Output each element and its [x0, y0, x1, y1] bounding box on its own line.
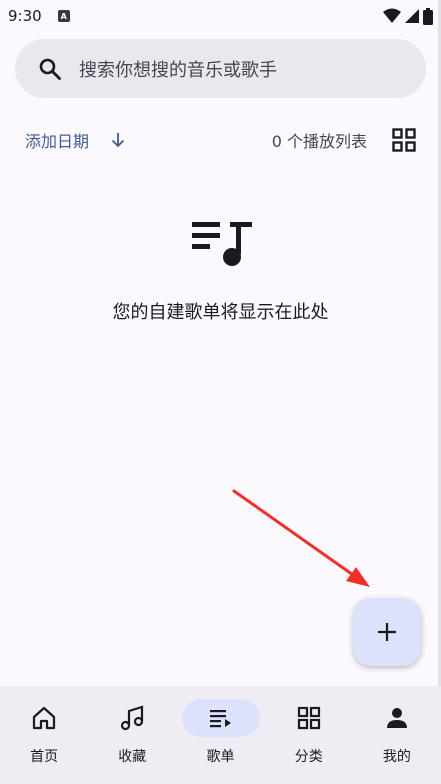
- grid-view-icon[interactable]: [392, 128, 416, 152]
- person-icon: [386, 708, 407, 728]
- nav-label: 歌单: [206, 749, 235, 765]
- nav-item-home[interactable]: 首页: [0, 686, 88, 784]
- add-playlist-button[interactable]: [353, 598, 421, 666]
- battery-icon: [423, 7, 433, 25]
- nav-label: 收藏: [118, 749, 147, 765]
- search-icon: [37, 56, 63, 82]
- status-bar: 9:30 A: [0, 0, 441, 32]
- signal-icon: [405, 9, 419, 23]
- nav-item-favorites[interactable]: 收藏: [88, 686, 176, 784]
- nav-pill-active: [181, 699, 260, 737]
- wifi-icon: [383, 8, 401, 23]
- notification-icon: A: [57, 10, 70, 22]
- nav-label: 我的: [382, 749, 411, 765]
- home-icon: [32, 706, 56, 730]
- status-time: 9:30: [8, 7, 42, 25]
- status-icons: [383, 7, 433, 25]
- search-bar[interactable]: 搜索你想搜的音乐或歌手: [15, 39, 426, 98]
- nav-label: 分类: [294, 749, 323, 765]
- nav-pill: [358, 699, 436, 737]
- music-notes-icon: [121, 705, 144, 731]
- add-icon: [378, 623, 396, 641]
- sort-by-date-button[interactable]: 添加日期: [25, 128, 89, 152]
- annotation-arrow: [232, 489, 370, 587]
- list-header: 添加日期 0 个播放列表: [0, 120, 441, 160]
- nav-item-profile[interactable]: 我的: [353, 686, 441, 784]
- arrow-down-icon[interactable]: [108, 130, 128, 150]
- empty-state-message: 您的自建歌单将显示在此处: [112, 302, 329, 323]
- nav-pill: [270, 699, 348, 737]
- nav-item-categories[interactable]: 分类: [265, 686, 353, 784]
- playlist-count: 0 个播放列表: [271, 132, 367, 151]
- nav-pill: [5, 699, 83, 737]
- grid-icon: [297, 706, 320, 730]
- search-input[interactable]: 搜索你想搜的音乐或歌手: [79, 56, 277, 82]
- bottom-nav: 首页 收藏 歌单 分类 我的: [0, 686, 441, 784]
- playlist-icon: [209, 710, 231, 728]
- nav-pill: [93, 699, 171, 737]
- nav-label: 首页: [30, 749, 59, 765]
- playlist-music-icon: [192, 222, 252, 266]
- nav-item-playlists[interactable]: 歌单: [176, 686, 264, 784]
